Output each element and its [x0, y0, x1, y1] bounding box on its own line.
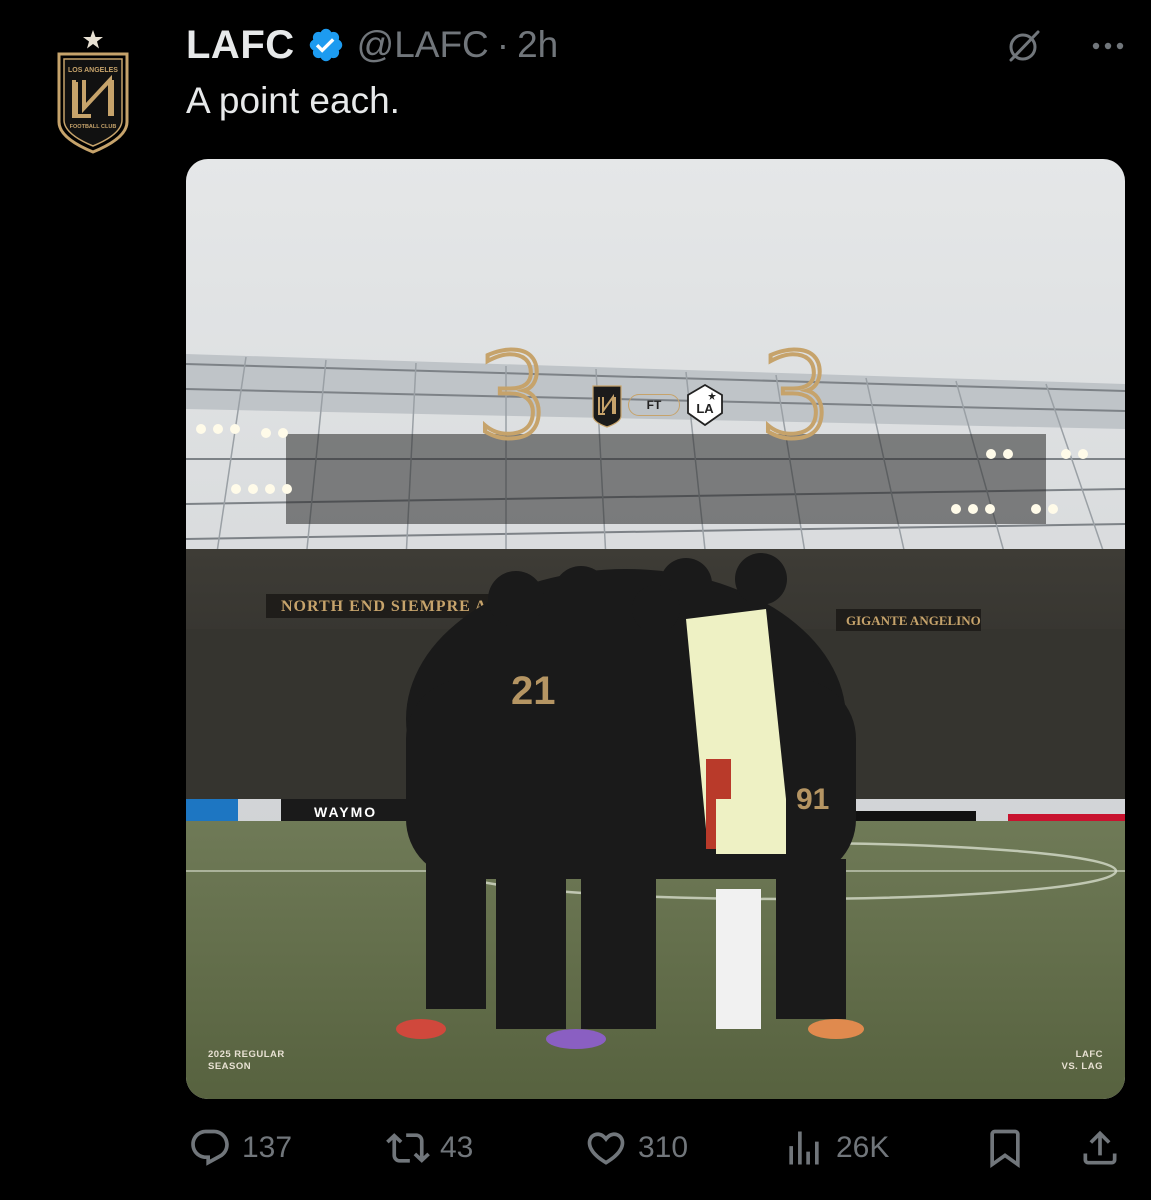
lafc-crest-icon: [592, 385, 622, 428]
svg-text:91: 91: [796, 783, 829, 816]
tweet-header: LAFC @LAFC · 2h: [186, 20, 558, 70]
tweet: LOS ANGELES FOOTBALL CLUB LAFC @LAFC · 2…: [0, 0, 1151, 1200]
svg-text:WAYMO: WAYMO: [314, 804, 377, 820]
lafc-crest-icon[interactable]: LOS ANGELES FOOTBALL CLUB: [54, 26, 132, 154]
display-name[interactable]: LAFC: [186, 23, 295, 68]
la-galaxy-crest-icon: LA: [687, 383, 723, 427]
more-button[interactable]: [1084, 22, 1132, 70]
heart-icon: [582, 1124, 630, 1172]
verified-badge-icon[interactable]: [307, 26, 345, 64]
reply-count: 137: [242, 1131, 293, 1164]
separator-dot: ·: [496, 24, 510, 65]
season-caption: 2025 REGULAR SEASON: [208, 1049, 285, 1073]
like-button[interactable]: 310: [582, 1120, 688, 1176]
away-score: 3: [757, 327, 836, 465]
svg-text:FOOTBALL CLUB: FOOTBALL CLUB: [70, 124, 117, 130]
share-button[interactable]: [1076, 1120, 1124, 1176]
reply-icon: [186, 1124, 234, 1172]
bookmark-icon: [981, 1124, 1029, 1172]
timestamp[interactable]: 2h: [517, 24, 558, 66]
share-icon: [1076, 1124, 1124, 1172]
tweet-text: A point each.: [186, 80, 400, 121]
grok-button[interactable]: [1000, 22, 1048, 70]
like-count: 310: [638, 1131, 689, 1164]
svg-text:21: 21: [511, 669, 556, 713]
season-caption-line1: 2025 REGULAR: [208, 1049, 285, 1060]
views-chart-icon: [780, 1124, 828, 1172]
full-time-label: FT: [628, 394, 680, 416]
tweet-top-actions: [1000, 22, 1132, 70]
svg-text:GIGANTE ANGELINO: GIGANTE ANGELINO: [846, 613, 981, 628]
tweet-actions: 137 43 310 26K: [186, 1120, 1126, 1180]
reply-button[interactable]: 137: [186, 1120, 292, 1176]
svg-text:LOS ANGELES: LOS ANGELES: [68, 67, 118, 74]
tweet-media-image[interactable]: NORTH END SIEMPRE A TI GIGANTE ANGELINO …: [186, 159, 1125, 1099]
stadium-photo: NORTH END SIEMPRE A TI GIGANTE ANGELINO …: [186, 159, 1125, 1099]
repost-icon: [384, 1124, 432, 1172]
more-dots-icon: [1092, 42, 1124, 50]
handle[interactable]: @LAFC: [357, 24, 489, 66]
repost-button[interactable]: 43: [384, 1120, 473, 1176]
match-caption: LAFC VS. LAG: [1061, 1049, 1103, 1073]
bookmark-button[interactable]: [981, 1120, 1029, 1176]
repost-count: 43: [440, 1131, 474, 1164]
svg-text:LA: LA: [696, 401, 714, 416]
views-button[interactable]: 26K: [780, 1120, 889, 1176]
home-score: 3: [474, 327, 553, 465]
grok-icon: [1009, 30, 1040, 62]
match-caption-line2: VS. LAG: [1061, 1061, 1103, 1072]
views-count: 26K: [836, 1131, 890, 1164]
season-caption-line2: SEASON: [208, 1061, 252, 1072]
match-caption-line1: LAFC: [1075, 1049, 1103, 1060]
